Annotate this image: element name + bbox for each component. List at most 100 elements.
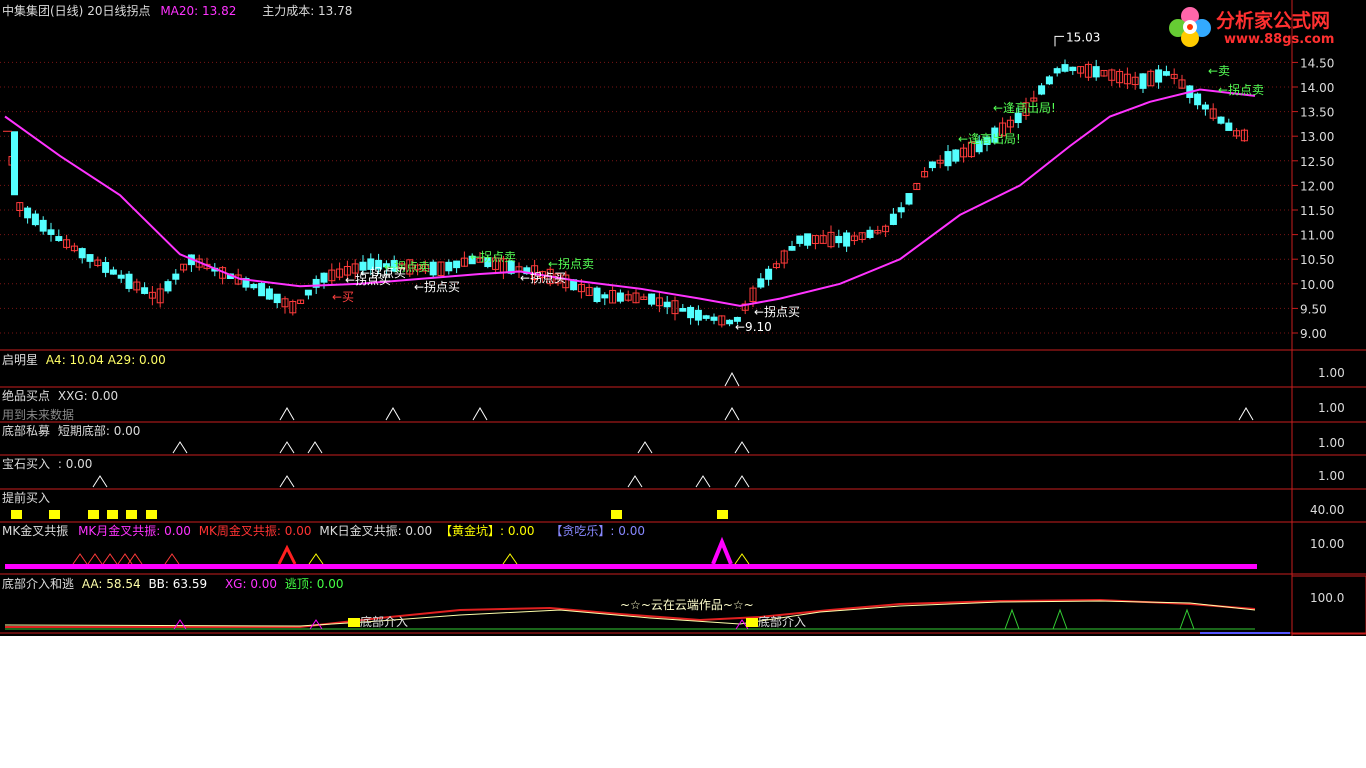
panel-qimingxing-header: 启明星 A4: 10.04 A29: 0.00 [2,353,166,367]
chart-canvas[interactable]: 14.50 14.00 13.50 13.00 12.50 12.00 11.50 11.00… [0,0,1366,636]
axis-baoshi: 1.00 [1318,469,1345,483]
main-header: 中集集团(日线) 20日线拐点 MA20: 13.82 主力成本: 13.78 [2,4,352,18]
candle-body [757,278,765,288]
axis-mk: 10.00 [1310,537,1345,551]
candle-body [1201,104,1209,110]
low-price-label: ←9.10 [735,320,772,334]
mk-gold-signal [308,553,324,565]
panel-mk-header: MK金叉共振 MK月金叉共振: 0.00 MK周金叉共振: 0.00 MK日金叉… [2,524,645,538]
dibu-signal [172,441,188,454]
mk-month-signal [711,536,733,565]
juepin-signal [472,407,488,421]
candle-body [866,229,874,238]
candle-body [1162,71,1170,76]
baoshi-signal [627,475,643,488]
juepin-signal [279,407,295,421]
logo-url: www.88gs.com [1224,32,1335,47]
candle-body [835,235,843,244]
candle-body [55,236,63,242]
signal-annotation: ←逢高出局! [993,100,1056,115]
candle-body [86,254,94,262]
cost-value: 主力成本: 13.78 [262,4,353,18]
bottom-entry-mark-2: 底部介入 [746,615,806,629]
signal-annotation: ←拐点买 [520,270,566,285]
site-logo: 分析家公式网 www.88gs.com [1166,2,1362,52]
juepin-signal [1238,407,1254,421]
chart-window[interactable]: 14.50 14.00 13.50 13.00 12.50 12.00 11.50 11.00… [0,0,1366,636]
baoshi-signal [734,475,750,488]
y-axis-label: 13.00 [1300,130,1334,144]
axis-box [1291,575,1366,635]
qimingxing-signal [724,371,740,387]
candle-body [702,315,710,319]
candle-body [952,149,960,162]
candle-body [78,248,86,259]
tiqian-signal [49,510,60,519]
mk-week-signal [277,544,297,565]
y-axis-label: 14.00 [1300,81,1334,95]
axis-dibu: 1.00 [1318,436,1345,450]
axis-qimingxing: 1.00 [1318,366,1345,380]
candle-body [679,308,687,312]
candle-body [250,283,258,289]
candle-body [1194,93,1202,106]
candle-body [445,261,453,272]
candle-body [24,207,32,219]
candle-body [1155,69,1163,83]
mk-gold-signal [734,553,750,565]
future-data-note: 用到未来数据 [2,408,75,422]
candle-body [796,235,804,244]
indicator-name: 20日线拐点 [87,4,151,18]
candle-body [31,213,39,226]
credit-text: ~☆~云在云端作品~☆~ [620,598,754,612]
y-axis-label: 13.50 [1300,106,1334,120]
signal-annotation: ←逢高出局! [958,131,1021,146]
logo-name: 分析家公式网 [1216,10,1331,32]
ma20-value: MA20: 13.82 [160,4,237,18]
mk-red-signal [102,553,118,565]
stock-title: 中集集团(日线) [2,4,84,18]
baoshi-signal [279,475,295,488]
juepin-signal [385,407,401,421]
y-axis-label: 11.50 [1300,204,1334,218]
tiqian-signal [11,510,22,519]
candle-body [710,316,718,321]
candle-body [258,283,266,297]
candle-body [648,293,656,305]
tiqian-signal [611,510,622,519]
juepin-signal [724,407,740,421]
candle-body [1217,116,1225,124]
mk-red-signal [117,553,133,565]
candle-body [1045,76,1053,85]
panel-tiqian-header: 提前买入 [2,491,51,505]
y-axis-label: 10.50 [1300,253,1334,267]
candle-body [889,213,897,225]
candle-body [694,309,702,321]
candle-body [164,281,172,292]
mk-red-signal [164,553,180,565]
candle-body [1092,66,1100,78]
y-axis-label: 14.50 [1300,56,1334,70]
candle-body [273,293,281,304]
baoshi-signal [92,475,108,488]
candle-body [320,272,328,283]
candle-body [765,268,773,280]
candle-body [616,292,624,302]
candle-body [141,287,149,294]
signal-annotation: ←拐点买 [414,279,460,294]
candle-body [39,219,47,232]
high-price-label: 15.03 [1066,30,1100,44]
baoshi-signal [695,475,711,488]
candle-body [117,274,125,279]
candle-body [125,273,133,289]
escape-signal [1179,608,1195,630]
signal-annotation: ←拐点卖 [1218,82,1264,97]
candle-body [687,306,695,319]
y-axis-label: 9.50 [1300,302,1327,316]
candle-body [928,161,936,169]
candle-body [429,261,437,276]
signal-annotation: ←拐点卖 [548,256,594,271]
panel-dibu-header: 底部私募 短期底部: 0.00 [2,424,141,438]
candle-body [172,273,180,280]
candle-body [804,233,812,246]
